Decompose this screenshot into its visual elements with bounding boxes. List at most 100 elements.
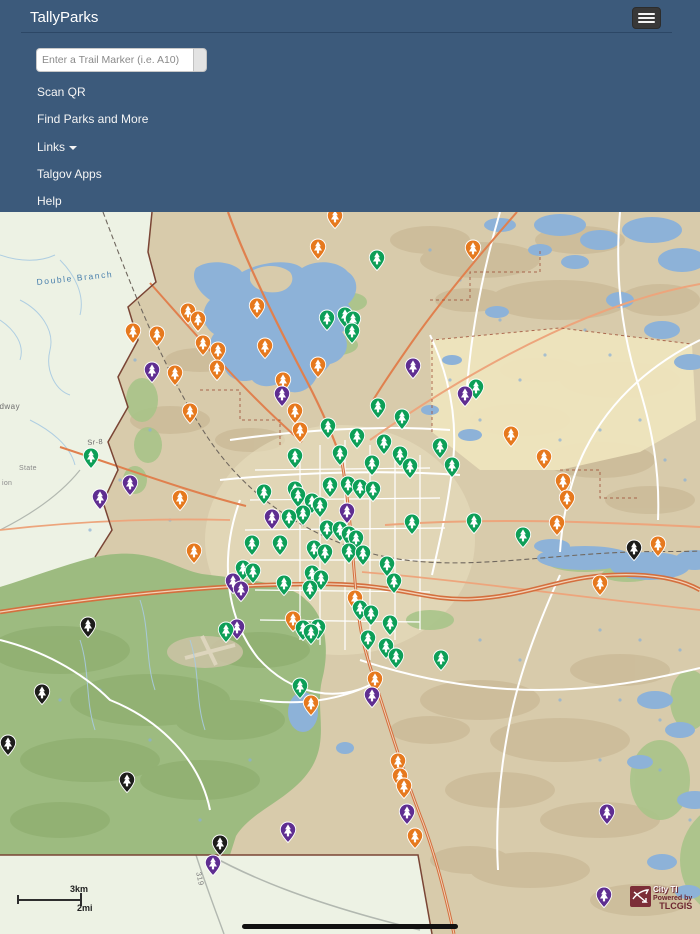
orange-tree-pin[interactable] (302, 694, 320, 717)
black-tree-pin[interactable] (118, 771, 136, 794)
orange-tree-pin[interactable] (502, 425, 520, 448)
green-tree-pin[interactable] (354, 544, 372, 567)
nav-item-scan-qr[interactable]: Scan QR (37, 85, 86, 99)
orange-tree-pin[interactable] (309, 238, 327, 261)
purple-tree-pin[interactable] (456, 385, 474, 408)
orange-tree-pin[interactable] (166, 364, 184, 387)
orange-tree-pin[interactable] (171, 489, 189, 512)
purple-tree-pin[interactable] (263, 508, 281, 531)
green-tree-pin[interactable] (244, 562, 262, 585)
green-tree-pin[interactable] (255, 483, 273, 506)
green-tree-pin[interactable] (443, 456, 461, 479)
black-tree-pin[interactable] (211, 834, 229, 857)
purple-tree-pin[interactable] (273, 385, 291, 408)
orange-tree-pin[interactable] (535, 448, 553, 471)
nav-item-links[interactable]: Links (37, 140, 78, 154)
hamburger-menu-button[interactable] (632, 7, 661, 29)
purple-tree-pin[interactable] (363, 686, 381, 709)
green-tree-pin[interactable] (291, 677, 309, 700)
green-tree-pin[interactable] (319, 417, 337, 440)
green-tree-pin[interactable] (364, 480, 382, 503)
purple-tree-pin[interactable] (204, 854, 222, 877)
orange-tree-pin[interactable] (558, 489, 576, 512)
orange-tree-pin[interactable] (189, 310, 207, 333)
orange-tree-pin[interactable] (194, 334, 212, 357)
green-tree-pin[interactable] (286, 447, 304, 470)
green-tree-pin[interactable] (289, 486, 307, 509)
green-tree-pin[interactable] (348, 427, 366, 450)
green-tree-pin[interactable] (302, 623, 320, 646)
orange-tree-pin[interactable] (464, 239, 482, 262)
green-tree-pin[interactable] (294, 504, 312, 527)
green-tree-pin[interactable] (217, 621, 235, 644)
orange-tree-pin[interactable] (548, 514, 566, 537)
green-tree-pin[interactable] (514, 526, 532, 549)
green-tree-pin[interactable] (280, 508, 298, 531)
green-tree-pin[interactable] (318, 309, 336, 332)
map-canvas[interactable]: Double BranchMidwayStateionSr-8319 3km 2… (0, 212, 700, 934)
green-tree-pin[interactable] (387, 647, 405, 670)
purple-tree-pin[interactable] (398, 803, 416, 826)
purple-tree-pin[interactable] (279, 821, 297, 844)
orange-tree-pin[interactable] (148, 325, 166, 348)
green-tree-pin[interactable] (301, 579, 319, 602)
trail-marker-submit-button[interactable] (193, 48, 207, 72)
orange-tree-pin[interactable] (406, 827, 424, 850)
purple-tree-pin[interactable] (598, 803, 616, 826)
green-tree-pin[interactable] (432, 649, 450, 672)
black-tree-pin[interactable] (79, 616, 97, 639)
green-tree-pin[interactable] (316, 543, 334, 566)
green-tree-pin[interactable] (243, 534, 261, 557)
brand-title[interactable]: TallyParks (30, 9, 98, 26)
orange-tree-pin[interactable] (326, 212, 344, 230)
green-tree-pin[interactable] (363, 454, 381, 477)
black-tree-pin[interactable] (0, 734, 17, 757)
orange-tree-pin[interactable] (185, 542, 203, 565)
green-tree-pin[interactable] (343, 322, 361, 345)
orange-tree-pin[interactable] (591, 574, 609, 597)
nav-item-find-parks[interactable]: Find Parks and More (37, 112, 148, 126)
orange-tree-pin[interactable] (256, 337, 274, 360)
green-tree-pin[interactable] (82, 447, 100, 470)
orange-tree-pin[interactable] (395, 777, 413, 800)
orange-tree-pin[interactable] (309, 356, 327, 379)
green-tree-pin[interactable] (369, 397, 387, 420)
green-tree-pin[interactable] (393, 408, 411, 431)
green-tree-pin[interactable] (340, 542, 358, 565)
home-indicator[interactable] (242, 924, 458, 929)
orange-tree-pin[interactable] (291, 421, 309, 444)
green-tree-pin[interactable] (331, 444, 349, 467)
green-tree-pin[interactable] (368, 249, 386, 272)
green-tree-pin[interactable] (401, 457, 419, 480)
green-tree-pin[interactable] (381, 614, 399, 637)
purple-tree-pin[interactable] (232, 580, 250, 603)
green-tree-pin[interactable] (375, 433, 393, 456)
purple-tree-pin[interactable] (91, 488, 109, 511)
green-tree-pin[interactable] (321, 476, 339, 499)
orange-tree-pin[interactable] (208, 359, 226, 382)
orange-tree-pin[interactable] (649, 535, 667, 558)
green-tree-pin[interactable] (385, 572, 403, 595)
purple-tree-pin[interactable] (143, 361, 161, 384)
orange-tree-pin[interactable] (181, 402, 199, 425)
orange-tree-pin[interactable] (286, 402, 304, 425)
orange-tree-pin[interactable] (124, 322, 142, 345)
black-tree-pin[interactable] (625, 539, 643, 562)
green-tree-pin[interactable] (359, 629, 377, 652)
green-tree-pin[interactable] (275, 574, 293, 597)
trail-marker-input[interactable] (36, 48, 193, 72)
green-tree-pin[interactable] (431, 437, 449, 460)
green-tree-pin[interactable] (403, 513, 421, 536)
purple-tree-pin[interactable] (121, 474, 139, 497)
purple-tree-pin[interactable] (338, 502, 356, 525)
black-tree-pin[interactable] (33, 683, 51, 706)
orange-tree-pin[interactable] (248, 297, 266, 320)
orange-tree-pin[interactable] (209, 341, 227, 364)
green-tree-pin[interactable] (311, 496, 329, 519)
green-tree-pin[interactable] (465, 512, 483, 535)
purple-tree-pin[interactable] (595, 886, 613, 909)
nav-item-talgov-apps[interactable]: Talgov Apps (37, 167, 102, 181)
green-tree-pin[interactable] (271, 534, 289, 557)
purple-tree-pin[interactable] (404, 357, 422, 380)
green-tree-pin[interactable] (362, 604, 380, 627)
